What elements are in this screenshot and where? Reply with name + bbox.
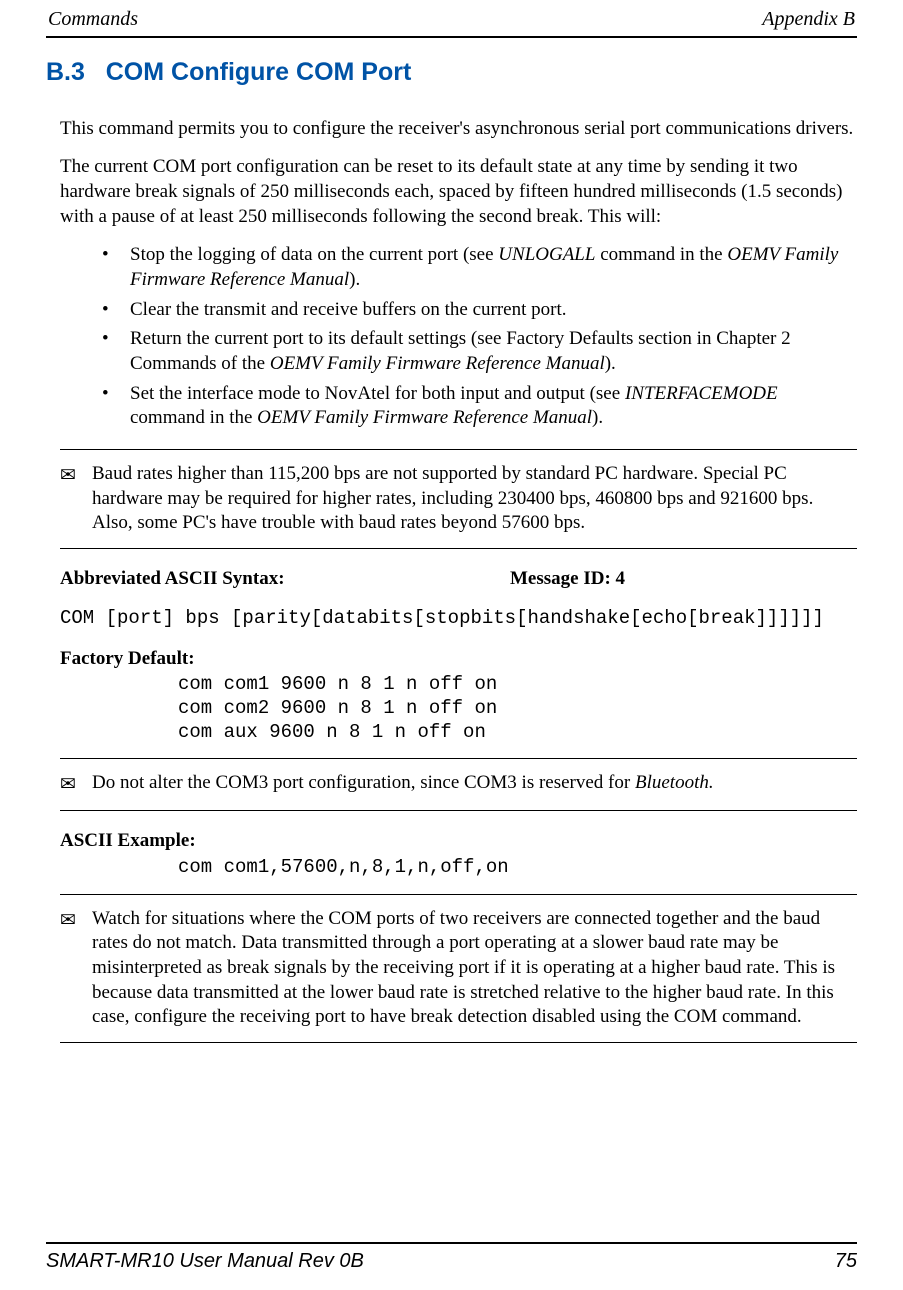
bullet-item-2: Clear the transmit and receive buffers o… [96,298,857,323]
section-number: B.3 [46,58,85,86]
envelope-icon: ✉ [60,462,92,536]
envelope-icon: ✉ [60,907,92,1030]
syntax-header: Abbreviated ASCII Syntax: Message ID: 4 [60,567,857,592]
note-3: ✉ Watch for situations where the COM por… [60,903,857,1034]
intro-paragraph-1: This command permits you to configure th… [60,117,857,142]
page-header: Commands Appendix B [46,6,857,38]
bullet-list: Stop the logging of data on the current … [96,243,857,431]
note-1: ✉ Baud rates higher than 115,200 bps are… [60,458,857,540]
section-name: COM Configure COM Port [106,58,412,86]
note-2: ✉ Do not alter the COM3 port configurati… [60,767,857,802]
page-footer: SMART-MR10 User Manual Rev 0B 75 [46,1242,857,1274]
divider [60,758,857,759]
bullet-item-3: Return the current port to its default s… [96,327,857,376]
factory-default-label: Factory Default: [60,647,857,672]
bullet-item-1: Stop the logging of data on the current … [96,243,857,292]
divider [60,548,857,549]
ascii-example-label: ASCII Example: [60,829,857,854]
ascii-example-block: com com1,57600,n,8,1,n,off,on [178,856,857,880]
note-3-text: Watch for situations where the COM ports… [92,907,857,1030]
footer-left: SMART-MR10 User Manual Rev 0B [46,1248,364,1274]
syntax-line: COM [port] bps [parity[databits[stopbits… [60,606,857,631]
envelope-icon: ✉ [60,771,92,798]
note-2-text: Do not alter the COM3 port configuration… [92,771,857,798]
divider [60,810,857,811]
divider [60,1042,857,1043]
factory-default-block: com com1 9600 n 8 1 n off on com com2 96… [178,673,857,744]
section-title: B.3 COM Configure COM Port [46,56,857,89]
intro-paragraph-2: The current COM port configuration can b… [60,155,857,229]
bullet-item-4: Set the interface mode to NovAtel for bo… [96,382,857,431]
note-1-text: Baud rates higher than 115,200 bps are n… [92,462,857,536]
header-right: Appendix B [762,6,855,32]
header-left: Commands [48,6,138,32]
divider [60,894,857,895]
page-number: 75 [835,1248,857,1274]
syntax-label: Abbreviated ASCII Syntax: [60,567,510,592]
divider [60,449,857,450]
message-id: Message ID: 4 [510,567,625,592]
